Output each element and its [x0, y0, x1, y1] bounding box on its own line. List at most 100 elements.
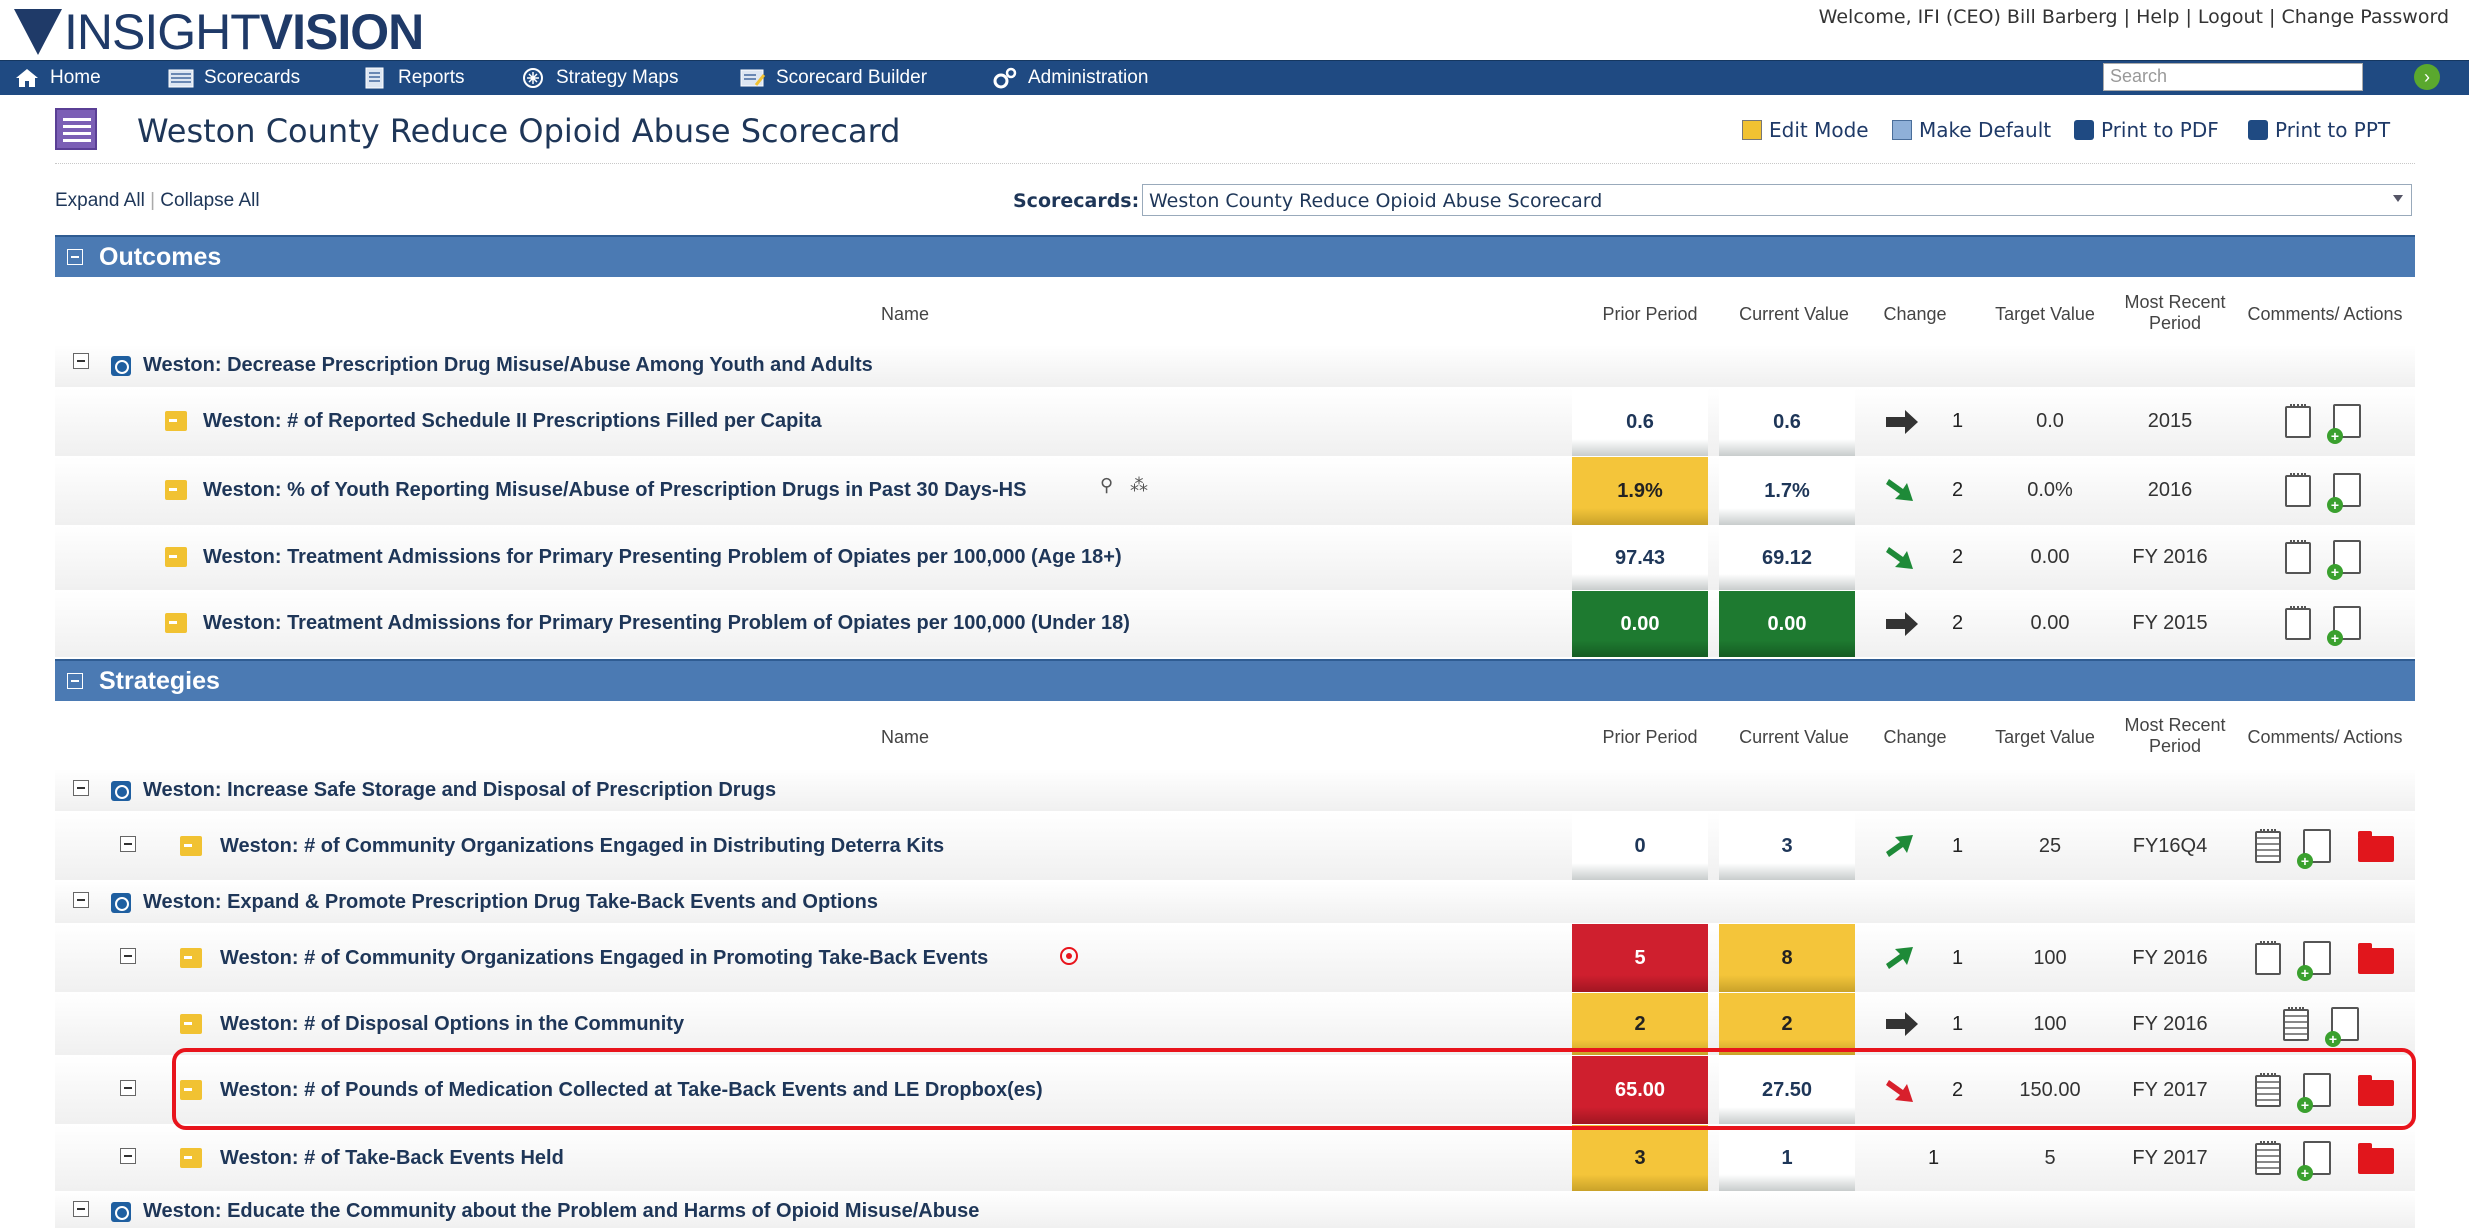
collapse-toggle-icon[interactable] [67, 673, 83, 689]
nav-administration[interactable]: Administration [992, 61, 1148, 95]
scorecard-select-value: Weston County Reduce Opioid Abuse Scorec… [1149, 190, 1603, 212]
collapse-toggle-icon[interactable] [67, 249, 83, 265]
comment-icon[interactable] [2255, 829, 2281, 863]
measure-name[interactable]: Weston: # of Community Organizations Eng… [220, 947, 988, 970]
goal-row[interactable]: Weston: Expand & Promote Prescription Dr… [55, 881, 2415, 923]
hierarchy-icon[interactable]: ⁂ [1130, 475, 1148, 496]
goal-name[interactable]: Weston: Decrease Prescription Drug Misus… [143, 354, 873, 377]
add-comment-icon[interactable] [2327, 606, 2361, 646]
comment-icon[interactable] [2285, 404, 2311, 438]
expand-toggle-icon[interactable] [73, 1201, 89, 1217]
change-value: 2 [1952, 546, 1964, 568]
add-comment-icon[interactable] [2297, 1141, 2331, 1181]
goal-name[interactable]: Weston: Increase Safe Storage and Dispos… [143, 779, 776, 802]
expand-toggle-icon[interactable] [73, 892, 89, 908]
folder-icon[interactable] [2358, 1143, 2394, 1174]
expand-all-link[interactable]: Expand All [55, 190, 145, 211]
help-link[interactable]: Help [2136, 6, 2179, 28]
add-comment-icon[interactable] [2327, 404, 2361, 444]
search-go-icon[interactable]: › [2414, 64, 2440, 90]
add-comment-icon[interactable] [2325, 1007, 2359, 1047]
expand-toggle-icon[interactable] [73, 780, 89, 796]
col-prior: Prior Period [1602, 304, 1698, 324]
comment-icon[interactable] [2283, 1007, 2309, 1041]
comment-icon[interactable] [2285, 540, 2311, 574]
edit-mode-label: Edit Mode [1769, 118, 1869, 142]
measure-name[interactable]: Weston: # of Disposal Options in the Com… [220, 1013, 684, 1036]
expand-toggle-icon[interactable] [120, 1080, 136, 1096]
goal-name[interactable]: Weston: Expand & Promote Prescription Dr… [143, 891, 878, 914]
add-comment-icon[interactable] [2327, 473, 2361, 513]
comment-icon[interactable] [2285, 606, 2311, 640]
measure-name[interactable]: Weston: # of Community Organizations Eng… [220, 835, 944, 858]
change-password-link[interactable]: Change Password [2281, 6, 2449, 28]
nav-home[interactable]: Home [14, 61, 101, 95]
measure-row[interactable]: Weston: # of Pounds of Medication Collec… [55, 1056, 2415, 1124]
add-comment-icon[interactable] [2297, 1073, 2331, 1113]
measure-name[interactable]: Weston: # of Pounds of Medication Collec… [220, 1079, 1043, 1102]
nav-scorecards[interactable]: Scorecards [168, 61, 300, 95]
comment-icon[interactable] [2255, 941, 2281, 975]
add-comment-icon[interactable] [2297, 941, 2331, 981]
measure-row[interactable]: Weston: # of Community Organizations Eng… [55, 924, 2415, 992]
goal-row[interactable]: Weston: Educate the Community about the … [55, 1192, 2415, 1228]
goal-name[interactable]: Weston: Educate the Community about the … [143, 1200, 979, 1223]
measure-row[interactable]: Weston: Treatment Admissions for Primary… [55, 591, 2415, 657]
measure-name[interactable]: Weston: % of Youth Reporting Misuse/Abus… [203, 479, 1026, 502]
logout-link[interactable]: Logout [2198, 6, 2263, 28]
section-outcomes[interactable]: Outcomes [55, 235, 2415, 277]
expand-toggle-icon[interactable] [120, 1148, 136, 1164]
measure-icon [180, 1014, 202, 1034]
col-current: Current Value [1739, 304, 1849, 324]
edit-mode-button[interactable]: Edit Mode [1742, 118, 1869, 142]
folder-icon[interactable] [2358, 831, 2394, 862]
column-headers: Name Prior Period Current Value Change T… [55, 280, 2415, 350]
prior-value: 5 [1572, 924, 1708, 992]
measure-name[interactable]: Weston: Treatment Admissions for Primary… [203, 612, 1130, 635]
measure-name[interactable]: Weston: # of Take-Back Events Held [220, 1147, 564, 1170]
measure-row[interactable]: Weston: # of Disposal Options in the Com… [55, 993, 2415, 1055]
nav-strategy-maps[interactable]: Strategy Maps [520, 61, 679, 95]
collapse-all-link[interactable]: Collapse All [160, 190, 259, 211]
recent-period: FY 2015 [2132, 612, 2208, 634]
goal-row[interactable]: Weston: Decrease Prescription Drug Misus… [55, 345, 2415, 387]
arrow-up-right-icon [1886, 947, 1913, 969]
expand-toggle-icon[interactable] [120, 836, 136, 852]
measure-row[interactable]: Weston: Treatment Admissions for Primary… [55, 526, 2415, 590]
current-value: 1 [1719, 1125, 1855, 1191]
target-value: 0.00 [2030, 546, 2070, 568]
expand-toggle-icon[interactable] [73, 353, 89, 369]
section-strategies[interactable]: Strategies [55, 659, 2415, 701]
print-pdf-button[interactable]: Print to PDF [2074, 118, 2219, 142]
comment-icon[interactable] [2255, 1141, 2281, 1175]
measure-name[interactable]: Weston: # of Reported Schedule II Prescr… [203, 410, 822, 433]
page-title: Weston County Reduce Opioid Abuse Scorec… [137, 112, 901, 150]
print-pdf-label: Print to PDF [2101, 118, 2219, 142]
folder-icon[interactable] [2358, 943, 2394, 974]
goal-row[interactable]: Weston: Increase Safe Storage and Dispos… [55, 769, 2415, 811]
comment-icon[interactable] [2255, 1073, 2281, 1107]
measure-row[interactable]: Weston: # of Reported Schedule II Prescr… [55, 388, 2415, 456]
folder-icon[interactable] [2358, 1075, 2394, 1106]
print-ppt-button[interactable]: Print to PPT [2248, 118, 2390, 142]
target-value: 5 [2044, 1147, 2056, 1169]
expand-toggle-icon[interactable] [120, 948, 136, 964]
scorecard-select[interactable]: Weston County Reduce Opioid Abuse Scorec… [1142, 184, 2412, 216]
measure-row[interactable]: Weston: % of Youth Reporting Misuse/Abus… [55, 457, 2415, 525]
search-input[interactable]: Search [2103, 63, 2363, 91]
add-comment-icon[interactable] [2297, 829, 2331, 869]
add-comment-icon[interactable] [2327, 540, 2361, 580]
comment-icon[interactable] [2285, 473, 2311, 507]
measure-row[interactable]: Weston: # of Take-Back Events Held 3 1 1… [55, 1125, 2415, 1191]
nav-scorecard-builder[interactable]: Scorecard Builder [740, 61, 927, 95]
nav-reports[interactable]: Reports [362, 61, 465, 95]
target-value: 25 [2038, 835, 2062, 857]
insightvision-logo[interactable]: INSIGHT VISION [14, 4, 424, 60]
measure-name[interactable]: Weston: Treatment Admissions for Primary… [203, 546, 1122, 569]
target-icon[interactable] [1060, 947, 1078, 965]
search-icon[interactable]: ⚲ [1100, 475, 1113, 496]
make-default-button[interactable]: Make Default [1892, 118, 2051, 142]
current-value: 8 [1719, 924, 1855, 992]
current-value: 2 [1719, 993, 1855, 1055]
measure-row[interactable]: Weston: # of Community Organizations Eng… [55, 812, 2415, 880]
